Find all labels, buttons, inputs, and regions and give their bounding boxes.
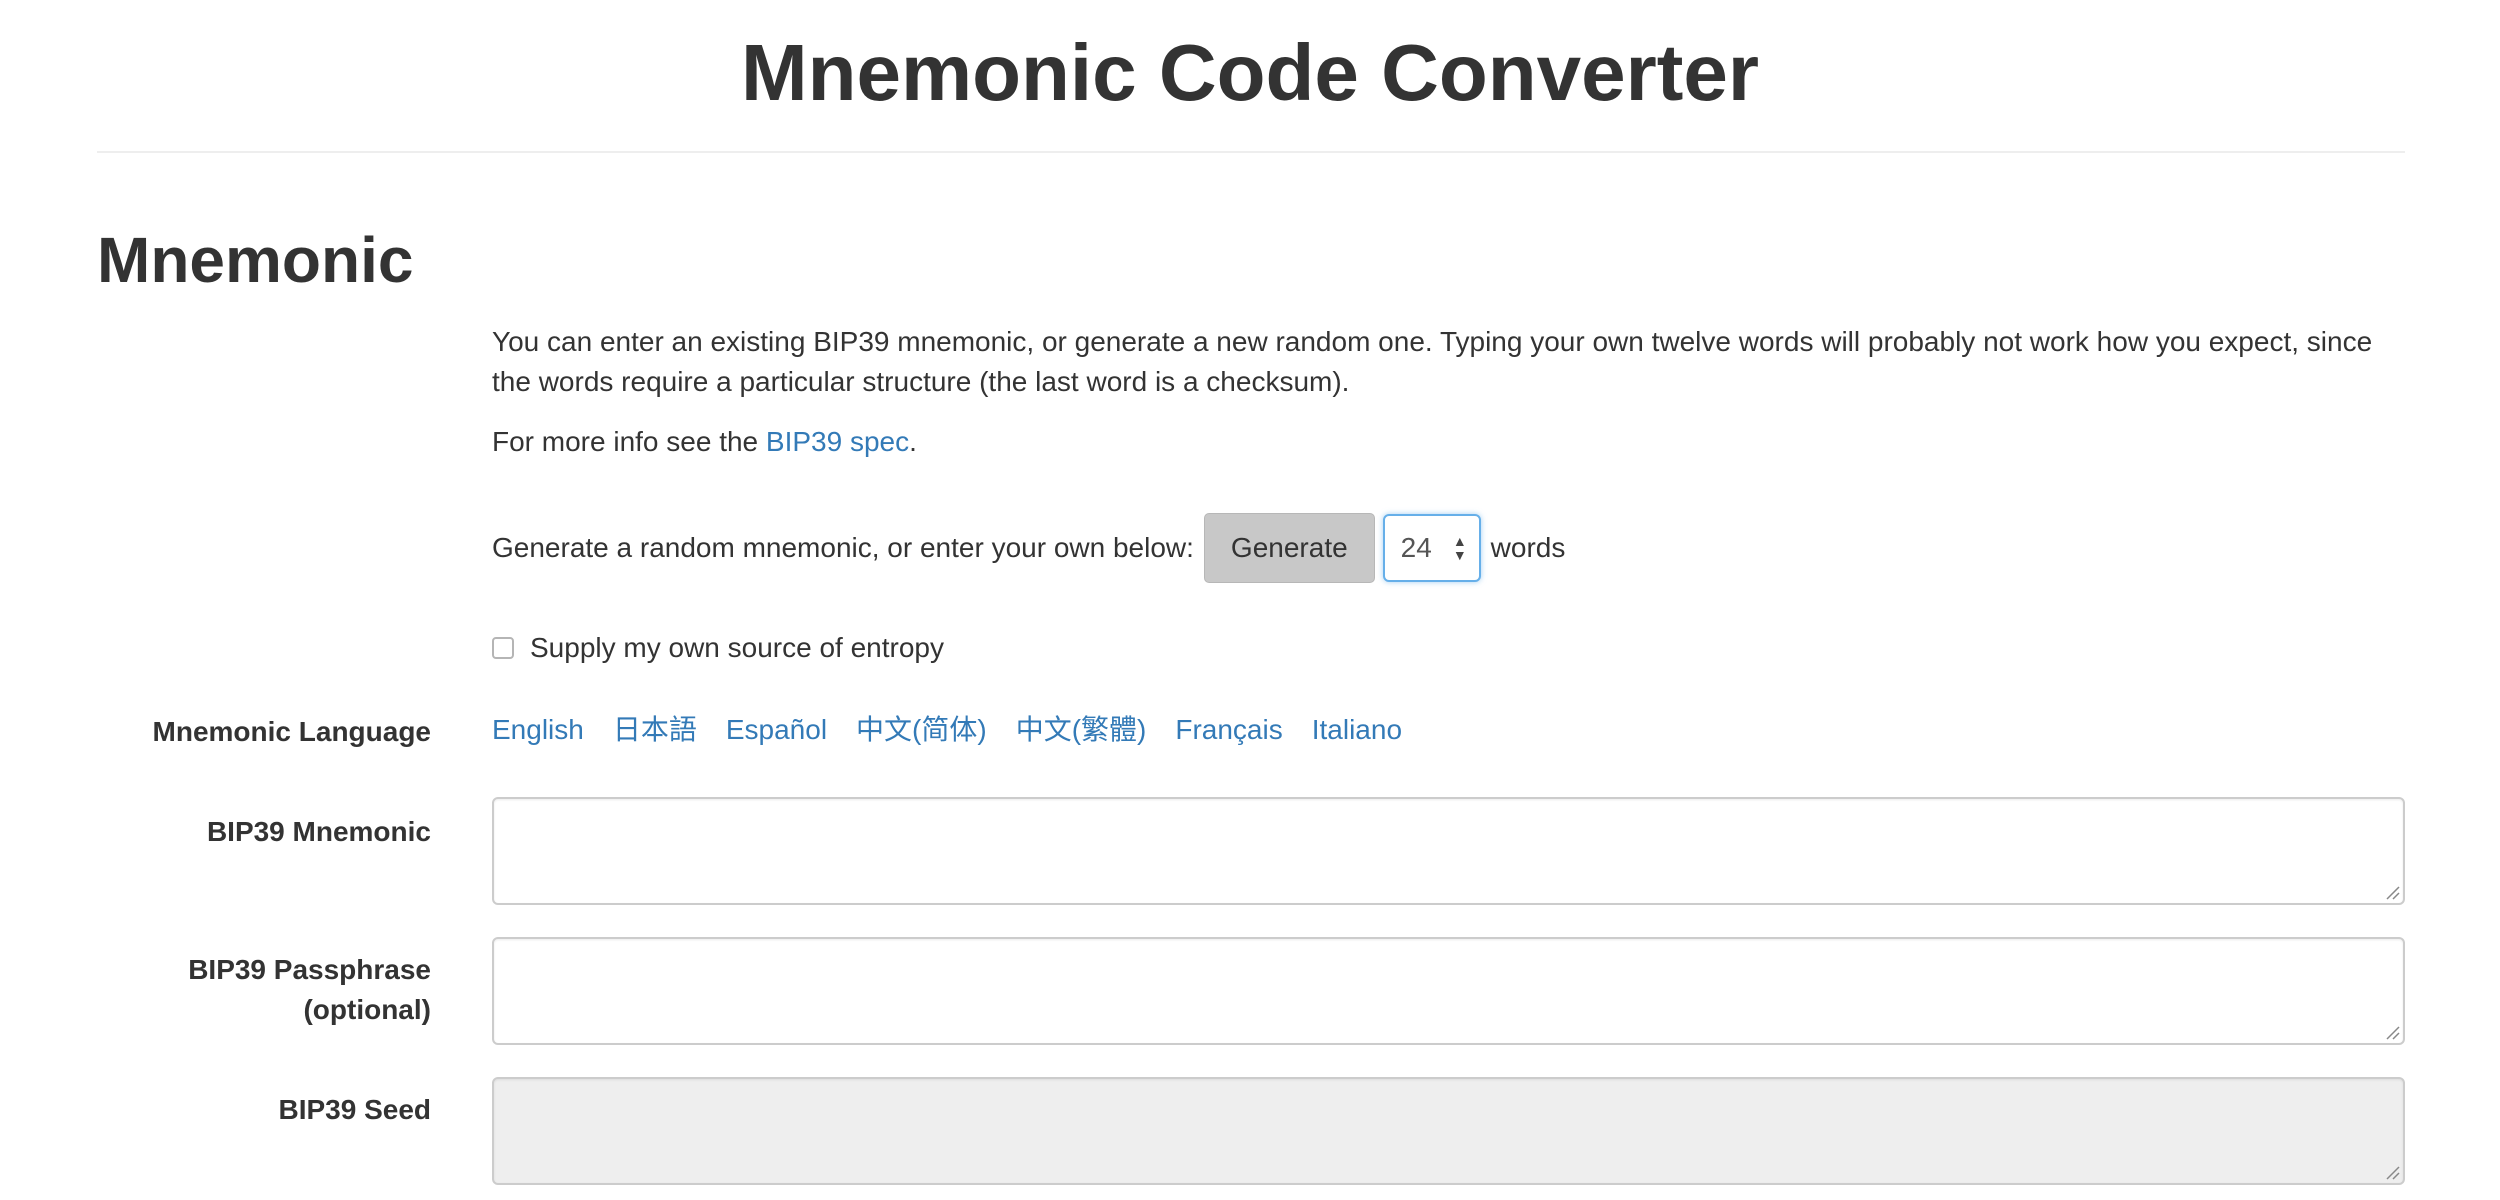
- language-link-french[interactable]: Français: [1175, 710, 1282, 750]
- bip39-passphrase-textarea[interactable]: [492, 937, 2405, 1045]
- entropy-label[interactable]: Supply my own source of entropy: [530, 632, 944, 664]
- bip39-spec-link[interactable]: BIP39 spec: [766, 426, 909, 457]
- word-count-value: 24: [1400, 532, 1432, 563]
- bip39-mnemonic-textarea[interactable]: [492, 797, 2405, 905]
- language-link-italian[interactable]: Italiano: [1312, 710, 1402, 750]
- bip39-passphrase-label: BIP39 Passphrase (optional): [97, 950, 431, 1030]
- bip39-mnemonic-label: BIP39 Mnemonic: [206, 816, 431, 847]
- bip39-seed-textarea[interactable]: [492, 1077, 2405, 1185]
- resize-handle-icon[interactable]: [2384, 884, 2400, 900]
- more-info-prefix: For more info see the: [492, 426, 759, 457]
- bip39-passphrase-label-line2: (optional): [303, 994, 431, 1025]
- generate-row: Generate a random mnemonic, or enter you…: [492, 513, 1565, 583]
- section-heading-mnemonic: Mnemonic: [97, 224, 414, 296]
- mnemonic-language-label: Mnemonic Language: [152, 716, 431, 747]
- language-link-spanish[interactable]: Español: [726, 710, 827, 750]
- language-links: English 日本語 Español 中文(简体) 中文(繁體) França…: [492, 710, 1431, 750]
- page: Mnemonic Code Converter Mnemonic You can…: [0, 0, 2500, 1200]
- language-link-english[interactable]: English: [492, 710, 584, 750]
- bip39-seed-label: BIP39 Seed: [278, 1094, 431, 1125]
- words-label: words: [1490, 532, 1566, 563]
- intro-text: You can enter an existing BIP39 mnemonic…: [492, 326, 2373, 397]
- resize-handle-icon[interactable]: [2384, 1024, 2400, 1040]
- page-title: Mnemonic Code Converter: [741, 28, 1759, 117]
- resize-handle-icon[interactable]: [2384, 1164, 2400, 1180]
- entropy-checkbox[interactable]: [492, 637, 514, 659]
- more-info-text: For more info see the BIP39 spec.: [492, 422, 917, 462]
- language-link-japanese[interactable]: 日本語: [613, 710, 697, 750]
- stepper-arrows-icon: ▲ ▼: [1452, 533, 1467, 563]
- language-link-chinese-traditional[interactable]: 中文(繁體): [1016, 710, 1147, 750]
- more-info-suffix: .: [909, 426, 917, 457]
- language-link-chinese-simplified[interactable]: 中文(简体): [856, 710, 987, 750]
- bip39-passphrase-label-line1: BIP39 Passphrase: [188, 954, 431, 985]
- entropy-row: Supply my own source of entropy: [492, 628, 944, 668]
- generate-button[interactable]: Generate: [1203, 513, 1375, 583]
- generate-prompt: Generate a random mnemonic, or enter you…: [492, 532, 1194, 563]
- word-count-select[interactable]: 24 ▲ ▼: [1382, 514, 1481, 582]
- title-divider: [97, 151, 2405, 153]
